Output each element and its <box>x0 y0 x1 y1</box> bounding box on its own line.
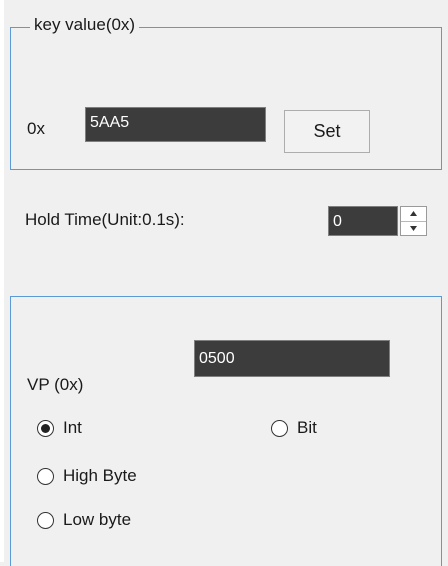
triangle-down-icon <box>410 226 417 231</box>
radio-high-byte[interactable]: High Byte <box>37 465 137 487</box>
hold-time-label: Hold Time(Unit:0.1s): <box>25 210 185 229</box>
key-value-group-title: key value(0x) <box>30 14 140 36</box>
key-prefix-label: 0x <box>27 119 45 138</box>
spin-down-button[interactable] <box>401 221 426 236</box>
radio-int[interactable]: Int <box>37 417 82 439</box>
hold-time-input[interactable]: 0 <box>328 206 398 236</box>
spin-up-button[interactable] <box>401 207 426 221</box>
radio-low-byte-circle <box>37 511 54 529</box>
vp-label: VP (0x) <box>27 375 84 394</box>
window-left-edge <box>0 0 4 562</box>
radio-bit[interactable]: Bit <box>271 417 317 439</box>
key-value-input[interactable]: 5AA5 <box>85 107 266 142</box>
triangle-up-icon <box>410 211 417 216</box>
radio-int-dot <box>41 423 50 433</box>
radio-int-label: Int <box>63 418 82 437</box>
key-value-group <box>10 27 442 170</box>
radio-bit-label: Bit <box>297 418 317 437</box>
radio-high-byte-label: High Byte <box>63 466 137 485</box>
radio-low-byte[interactable]: Low byte <box>37 509 131 531</box>
set-button[interactable]: Set <box>284 110 370 153</box>
radio-int-circle <box>37 419 54 437</box>
radio-bit-circle <box>271 419 288 437</box>
radio-low-byte-label: Low byte <box>63 510 132 529</box>
radio-high-byte-circle <box>37 467 54 485</box>
hold-time-spinner[interactable] <box>400 206 427 236</box>
vp-input[interactable]: 0500 <box>194 340 390 377</box>
